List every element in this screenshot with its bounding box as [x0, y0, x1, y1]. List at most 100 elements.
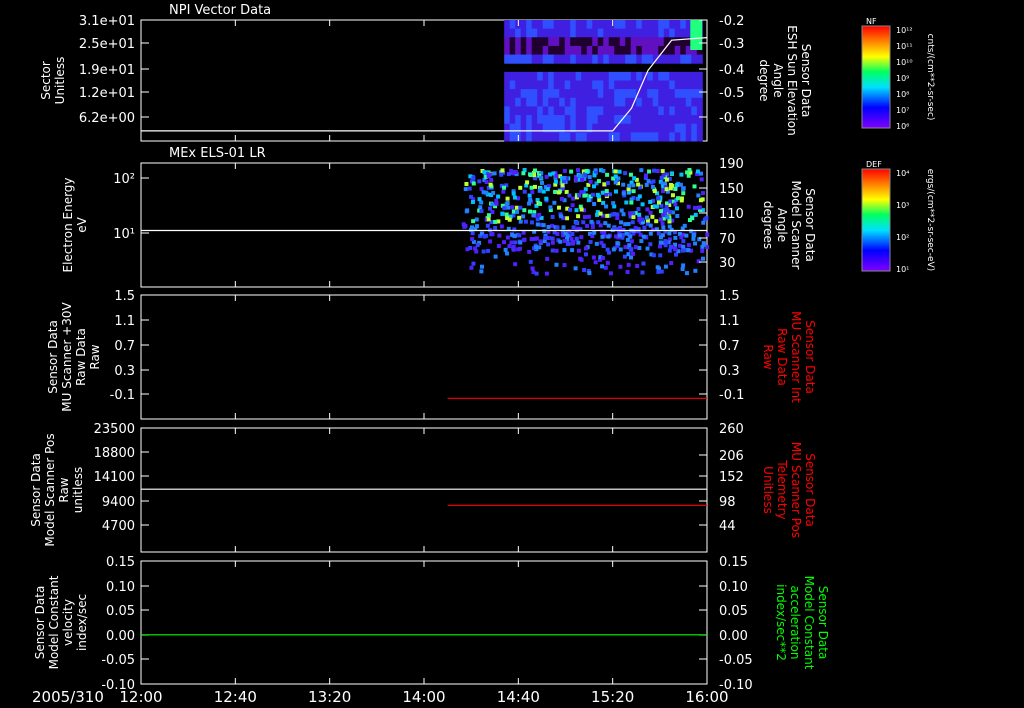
heatmap-cell	[537, 28, 544, 38]
heatmap-cell	[656, 200, 661, 205]
heatmap-cell	[663, 20, 670, 30]
heatmap-cell	[560, 183, 565, 188]
heatmap-cell	[573, 266, 578, 271]
heatmap-cell	[601, 200, 606, 205]
heatmap-cell	[673, 186, 678, 191]
heatmap-cell	[645, 246, 650, 251]
heatmap-cell	[491, 191, 496, 196]
heatmap-cell	[520, 45, 527, 56]
panel-5: 0.150.100.050.00-0.05-0.100.150.100.050.…	[33, 555, 830, 693]
heatmap-cell	[681, 186, 686, 191]
heatmap-cell	[658, 115, 665, 125]
heatmap-cell	[636, 97, 643, 107]
heatmap-cell	[534, 245, 539, 250]
heatmap-cell	[588, 239, 593, 244]
heatmap-cell	[674, 54, 681, 64]
heatmap-cell	[625, 115, 632, 125]
heatmap-cell	[509, 28, 516, 38]
left-tick-label: 18800	[94, 446, 135, 461]
heatmap-cell	[663, 243, 668, 248]
heatmap-cell	[509, 106, 516, 116]
heatmap-cell	[542, 115, 549, 125]
heatmap-cell	[656, 231, 661, 236]
heatmap-cell	[658, 240, 663, 245]
heatmap-cell	[652, 28, 659, 38]
heatmap-cell	[680, 28, 687, 38]
heatmap-cell	[531, 28, 538, 38]
right-axis-label-line: degrees	[761, 201, 775, 249]
heatmap-cell	[663, 71, 670, 81]
heatmap-cell	[559, 28, 566, 38]
heatmap-cell	[637, 194, 642, 199]
colorbar-unit: cnts/(cm**2-sr-sec)	[925, 34, 935, 121]
heatmap-cell	[531, 20, 538, 30]
heatmap-cell	[576, 214, 581, 219]
heatmap-cell	[693, 212, 698, 217]
heatmap-cell	[591, 184, 596, 189]
heatmap-cell	[659, 175, 664, 180]
heatmap-cell	[643, 173, 648, 178]
right-axis-label-line: ESH Sun Elevation	[785, 25, 799, 135]
heatmap-cell	[658, 89, 665, 99]
heatmap-cell	[526, 20, 533, 30]
heatmap-cell	[630, 37, 637, 47]
heatmap-cell	[658, 132, 665, 142]
heatmap-cell	[504, 106, 511, 116]
heatmap-cell	[685, 115, 692, 125]
heatmap-cell	[685, 123, 692, 133]
heatmap-cell	[548, 45, 555, 56]
heatmap-cell	[564, 132, 571, 142]
heatmap-cell	[477, 179, 482, 184]
heatmap-cell	[563, 231, 568, 236]
heatmap-cell	[504, 80, 511, 90]
heatmap-cell	[504, 212, 509, 217]
heatmap-cell	[592, 37, 599, 47]
heatmap-cell	[650, 214, 655, 219]
heatmap-cell	[597, 106, 604, 116]
heatmap-cell	[520, 28, 527, 38]
right-axis-label-line: Sensor Data	[803, 188, 817, 262]
heatmap-cell	[492, 171, 497, 176]
heatmap-cell	[575, 20, 582, 30]
heatmap-cell	[604, 189, 609, 194]
heatmap-cell	[564, 80, 571, 90]
heatmap-cell	[561, 225, 566, 230]
heatmap-cell	[518, 185, 523, 190]
heatmap-cell	[527, 201, 532, 206]
heatmap-cell	[503, 247, 508, 252]
heatmap-cell	[603, 20, 610, 30]
right-tick-label: 98	[719, 495, 736, 510]
heatmap-cell	[696, 115, 703, 125]
heatmap-cell	[567, 193, 572, 198]
heatmap-cell	[564, 97, 571, 107]
heatmap-cell	[624, 231, 629, 236]
colorbar	[861, 168, 891, 272]
heatmap-cell	[674, 252, 679, 257]
heatmap-cell	[680, 267, 685, 272]
heatmap-cell	[603, 71, 610, 81]
heatmap-cell	[641, 45, 648, 56]
heatmap-cell	[675, 214, 680, 219]
heatmap-cell	[648, 223, 653, 228]
heatmap-cell	[629, 239, 634, 244]
heatmap-cell	[509, 45, 516, 56]
heatmap-cell	[603, 37, 610, 47]
heatmap-cell	[510, 205, 515, 210]
heatmap-cell	[490, 202, 495, 207]
heatmap-cell	[680, 97, 687, 107]
heatmap-cell	[665, 215, 670, 220]
heatmap-cell	[504, 45, 511, 56]
heatmap-cell	[586, 28, 593, 38]
heatmap-cell	[630, 54, 637, 64]
heatmap-cell	[581, 115, 588, 125]
heatmap-cell	[614, 54, 621, 64]
heatmap-cell	[537, 106, 544, 116]
heatmap-cell	[621, 191, 626, 196]
heatmap-cell	[630, 123, 637, 133]
heatmap-cell	[559, 115, 566, 125]
heatmap-cell	[579, 235, 584, 240]
heatmap-cell	[581, 97, 588, 107]
heatmap-cell	[526, 80, 533, 90]
heatmap-cell	[608, 54, 615, 64]
heatmap-cell	[542, 54, 549, 64]
